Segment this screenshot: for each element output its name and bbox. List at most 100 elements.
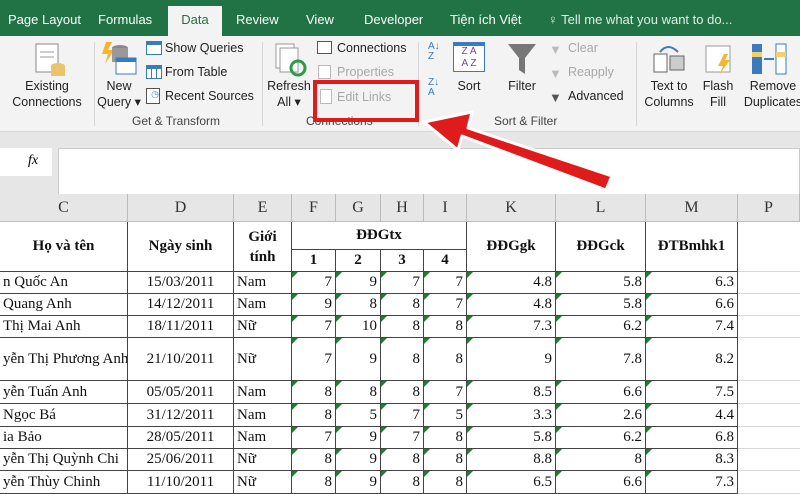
from-table-button[interactable]: From Table (165, 64, 227, 80)
flash-fill-button[interactable]: Flash Fill (700, 78, 736, 110)
table-cell[interactable]: 18/11/2011 (128, 316, 234, 338)
table-cell[interactable]: 05/05/2011 (128, 381, 234, 404)
table-cell[interactable]: 14/12/2011 (128, 294, 234, 316)
table-cell[interactable]: 7 (292, 272, 336, 294)
table-cell[interactable]: 8 (292, 471, 336, 494)
column-header-k[interactable]: K (467, 194, 556, 222)
connections-button[interactable]: Connections (337, 40, 407, 56)
table-cell[interactable]: 7.3 (646, 471, 738, 494)
table-cell[interactable]: 28/05/2011 (128, 427, 234, 449)
column-header-h[interactable]: H (381, 194, 424, 222)
table-cell[interactable]: 4.8 (467, 294, 556, 316)
table-cell[interactable]: 2.6 (556, 404, 646, 427)
table-cell[interactable]: 8 (424, 338, 467, 381)
tab-developer[interactable]: Developer (356, 8, 431, 36)
column-header-i[interactable]: I (424, 194, 467, 222)
table-cell[interactable]: 4.8 (467, 272, 556, 294)
table-cell[interactable]: 9 (336, 471, 381, 494)
table-cell[interactable]: 8 (292, 449, 336, 471)
table-cell[interactable]: 8 (424, 316, 467, 338)
table-cell[interactable]: 7.8 (556, 338, 646, 381)
table-cell[interactable]: 8 (381, 294, 424, 316)
empty-cell[interactable] (738, 294, 800, 316)
text-to-columns-button[interactable]: Text to Columns (640, 78, 698, 110)
table-cell[interactable]: 7.5 (646, 381, 738, 404)
table-cell[interactable]: 21/10/2011 (128, 338, 234, 381)
table-cell[interactable]: Quang Anh (0, 294, 128, 316)
table-cell[interactable]: 7 (292, 427, 336, 449)
table-cell[interactable]: 8 (336, 294, 381, 316)
table-cell[interactable]: 6.6 (556, 471, 646, 494)
table-cell[interactable]: 8 (381, 381, 424, 404)
table-cell[interactable]: 5.8 (556, 294, 646, 316)
recent-sources-button[interactable]: Recent Sources (165, 88, 254, 104)
table-cell[interactable]: 8 (292, 404, 336, 427)
tab-review[interactable]: Review (228, 8, 287, 36)
refresh-all-button[interactable]: Refresh All ▾ (266, 78, 312, 110)
tab-view[interactable]: View (298, 8, 342, 36)
table-cell[interactable]: 10 (336, 316, 381, 338)
sort-button[interactable]: Sort (450, 78, 488, 94)
table-cell[interactable]: 7 (292, 338, 336, 381)
tab-page-layout[interactable]: Page Layout (0, 8, 89, 36)
table-cell[interactable]: Nữ (234, 449, 292, 471)
table-cell[interactable]: 31/12/2011 (128, 404, 234, 427)
table-cell[interactable]: Nam (234, 381, 292, 404)
table-cell[interactable]: 8.5 (467, 381, 556, 404)
tab-tien-ich-viet[interactable]: Tiện ích Việt (442, 8, 530, 36)
sort-z-to-a-button[interactable]: Z↓ A (428, 78, 439, 98)
empty-cell[interactable] (738, 222, 800, 272)
table-cell[interactable]: Nữ (234, 471, 292, 494)
table-cell[interactable]: 9 (292, 294, 336, 316)
table-cell[interactable]: 6.8 (646, 427, 738, 449)
empty-cell[interactable] (738, 404, 800, 427)
table-cell[interactable]: 9 (336, 427, 381, 449)
table-cell[interactable]: Nam (234, 272, 292, 294)
formula-input[interactable] (58, 148, 800, 196)
empty-cell[interactable] (738, 427, 800, 449)
table-cell[interactable]: 25/06/2011 (128, 449, 234, 471)
table-cell[interactable]: 6.6 (556, 381, 646, 404)
table-cell[interactable]: 9 (336, 338, 381, 381)
show-queries-button[interactable]: Show Queries (165, 40, 244, 56)
table-cell[interactable]: 6.6 (646, 294, 738, 316)
table-cell[interactable]: 3.3 (467, 404, 556, 427)
table-cell[interactable]: n Quốc An (0, 272, 128, 294)
table-cell[interactable]: 8 (381, 471, 424, 494)
table-cell[interactable]: 8 (381, 316, 424, 338)
empty-cell[interactable] (738, 449, 800, 471)
table-cell[interactable]: 8 (424, 449, 467, 471)
table-cell[interactable]: 7.4 (646, 316, 738, 338)
table-cell[interactable]: 8 (381, 338, 424, 381)
table-cell[interactable]: 8.3 (646, 449, 738, 471)
table-cell[interactable]: Ngọc Bá (0, 404, 128, 427)
table-cell[interactable]: Nam (234, 404, 292, 427)
table-cell[interactable]: yễn Tuấn Anh (0, 381, 128, 404)
empty-cell[interactable] (738, 471, 800, 494)
table-cell[interactable]: 5.8 (556, 272, 646, 294)
table-cell[interactable]: 11/10/2011 (128, 471, 234, 494)
table-cell[interactable]: 8 (292, 381, 336, 404)
table-cell[interactable]: yễn Thị Phương Anh (0, 338, 128, 381)
advanced-button[interactable]: Advanced (568, 88, 624, 104)
empty-cell[interactable] (738, 272, 800, 294)
column-header-d[interactable]: D (128, 194, 234, 222)
sort-a-to-z-button[interactable]: A↓ Z (428, 42, 440, 62)
column-header-e[interactable]: E (234, 194, 292, 222)
table-cell[interactable]: Nữ (234, 316, 292, 338)
table-cell[interactable]: Nữ (234, 338, 292, 381)
table-cell[interactable]: 7 (424, 272, 467, 294)
table-cell[interactable]: 8 (336, 381, 381, 404)
table-cell[interactable]: ia Bảo (0, 427, 128, 449)
table-cell[interactable]: yễn Thùy Chinh (0, 471, 128, 494)
table-cell[interactable]: 15/03/2011 (128, 272, 234, 294)
table-cell[interactable]: 9 (467, 338, 556, 381)
table-cell[interactable]: 8.2 (646, 338, 738, 381)
table-cell[interactable]: Thị Mai Anh (0, 316, 128, 338)
table-cell[interactable]: 7 (424, 294, 467, 316)
table-cell[interactable]: 7 (424, 381, 467, 404)
table-cell[interactable]: 6.2 (556, 427, 646, 449)
table-cell[interactable]: 8 (424, 471, 467, 494)
table-cell[interactable]: 7 (381, 427, 424, 449)
table-cell[interactable]: 9 (336, 449, 381, 471)
